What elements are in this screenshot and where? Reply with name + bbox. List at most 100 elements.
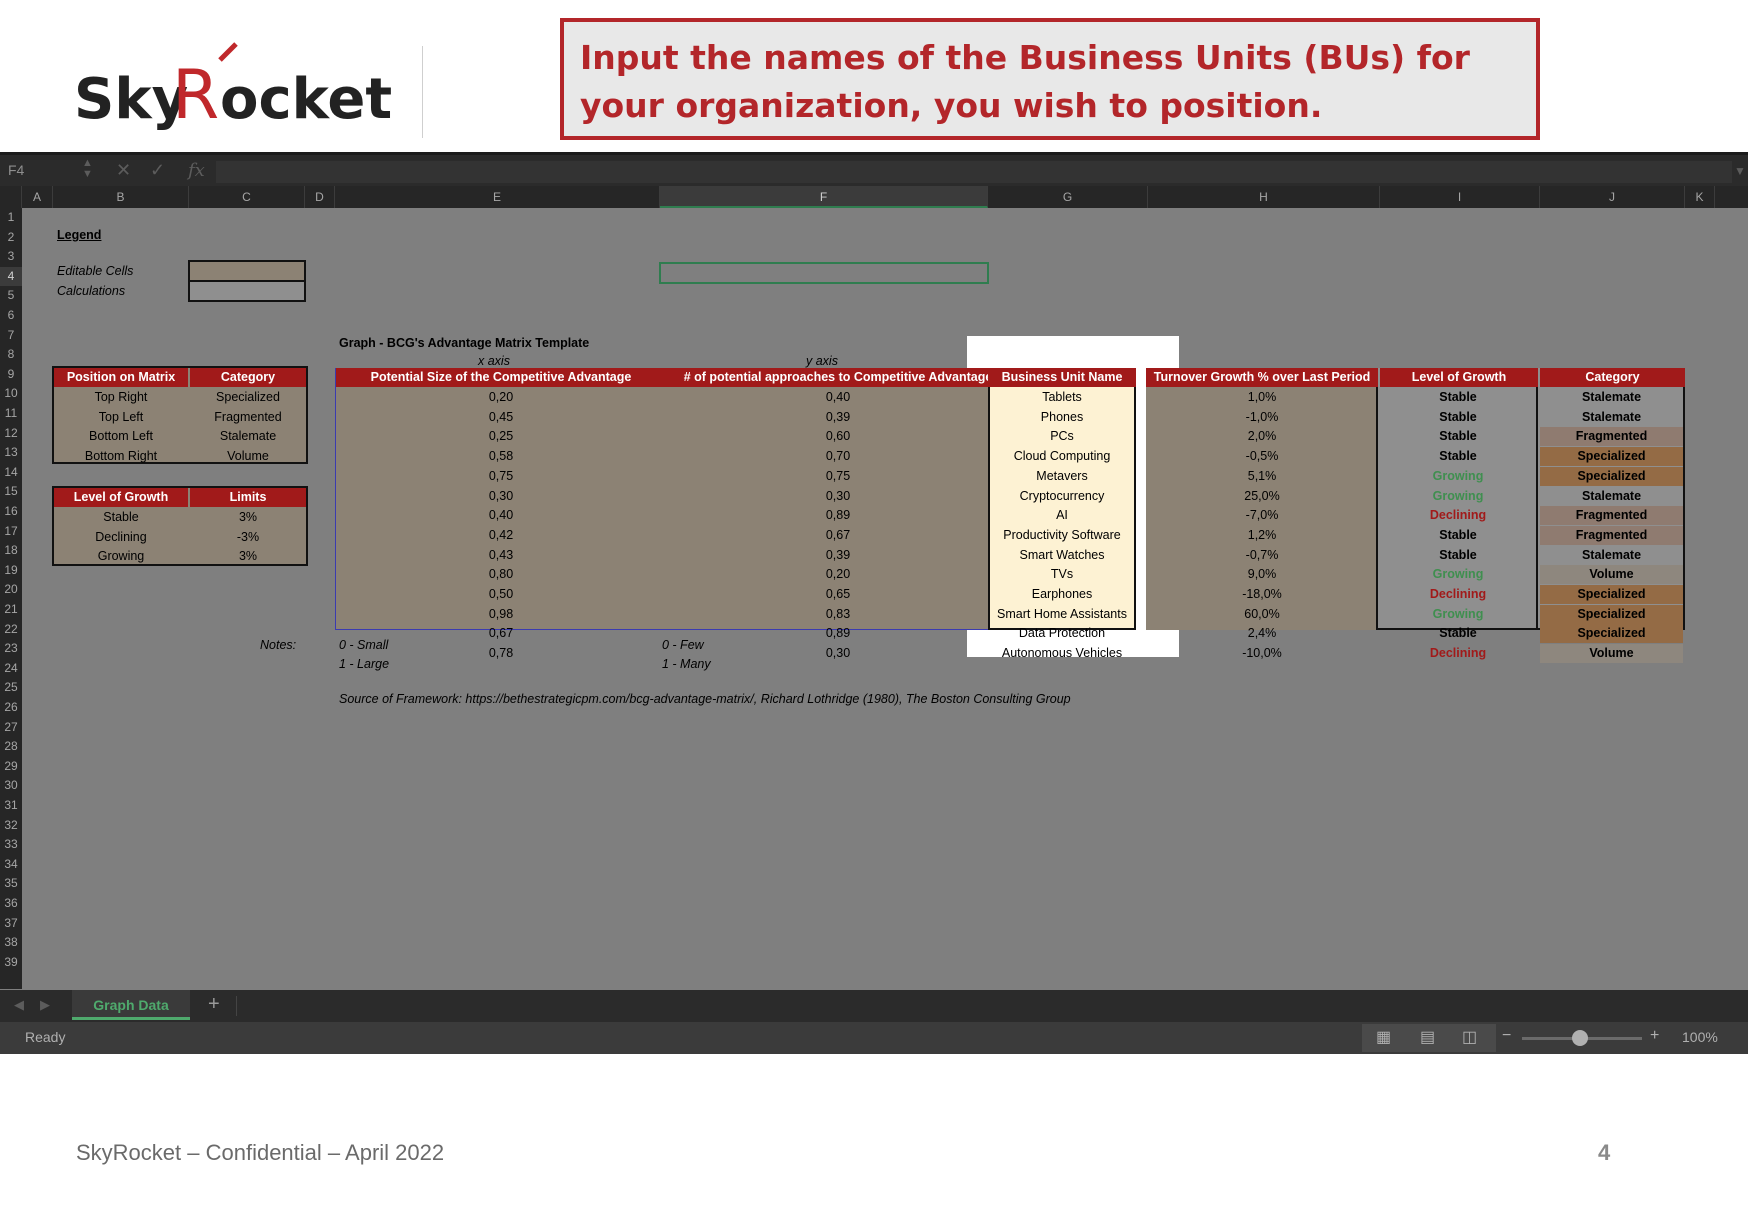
fx-icon[interactable]: fx xyxy=(188,160,205,181)
row-header[interactable]: 5 xyxy=(0,286,22,306)
row-header[interactable]: 28 xyxy=(0,737,22,757)
row-header[interactable]: 36 xyxy=(0,894,22,914)
growth-cell[interactable]: 9,0% xyxy=(1146,565,1378,584)
row-header[interactable]: 1 xyxy=(0,208,22,228)
row-header[interactable]: 31 xyxy=(0,796,22,816)
y-value-cell[interactable]: 0,83 xyxy=(666,605,1010,624)
level-cell[interactable]: Declining xyxy=(54,528,188,547)
row-header[interactable]: 11 xyxy=(0,404,22,424)
business-unit-cell[interactable]: Cloud Computing xyxy=(990,447,1134,466)
row-header[interactable]: 21 xyxy=(0,600,22,620)
worksheet-grid[interactable]: Legend Editable Cells Calculations Posit… xyxy=(22,208,1748,989)
row-header[interactable]: 9 xyxy=(0,365,22,385)
business-unit-cell[interactable]: Earphones xyxy=(990,585,1134,604)
x-value-cell[interactable]: 0,58 xyxy=(336,447,666,466)
row-header[interactable]: 10 xyxy=(0,384,22,404)
y-value-cell[interactable]: 0,39 xyxy=(666,408,1010,427)
growth-cell[interactable]: 25,0% xyxy=(1146,487,1378,506)
column-header[interactable]: H xyxy=(1148,186,1380,208)
normal-view-icon[interactable]: ▦ xyxy=(1376,1027,1391,1047)
x-value-cell[interactable]: 0,42 xyxy=(336,526,666,545)
row-header[interactable]: 34 xyxy=(0,855,22,875)
y-value-cell[interactable]: 0,75 xyxy=(666,467,1010,486)
row-header[interactable]: 37 xyxy=(0,914,22,934)
business-unit-cell[interactable]: Cryptocurrency xyxy=(990,487,1134,506)
row-header[interactable]: 12 xyxy=(0,424,22,444)
category-cell[interactable]: Volume xyxy=(190,447,306,466)
business-unit-cell[interactable]: AI xyxy=(990,506,1134,525)
growth-cell[interactable]: 2,4% xyxy=(1146,624,1378,643)
row-header[interactable]: 23 xyxy=(0,639,22,659)
close-icon[interactable]: ✕ xyxy=(116,160,131,181)
growth-cell[interactable]: 2,0% xyxy=(1146,427,1378,446)
level-cell[interactable]: Growing xyxy=(54,547,188,566)
business-unit-cell[interactable]: Phones xyxy=(990,408,1134,427)
x-value-cell[interactable]: 0,43 xyxy=(336,546,666,565)
y-value-cell[interactable]: 0,40 xyxy=(666,388,1010,407)
page-layout-icon[interactable]: ▤ xyxy=(1420,1027,1435,1047)
row-header[interactable]: 25 xyxy=(0,678,22,698)
business-unit-cell[interactable]: Productivity Software xyxy=(990,526,1134,545)
x-value-cell[interactable]: 0,20 xyxy=(336,388,666,407)
row-header[interactable]: 38 xyxy=(0,933,22,953)
zoom-level[interactable]: 100% xyxy=(1682,1029,1718,1045)
row-header[interactable]: 39 xyxy=(0,953,22,973)
y-value-cell[interactable]: 0,30 xyxy=(666,487,1010,506)
x-value-cell[interactable]: 0,40 xyxy=(336,506,666,525)
y-value-cell[interactable]: 0,60 xyxy=(666,427,1010,446)
position-cell[interactable]: Top Left xyxy=(54,408,188,427)
limit-cell[interactable]: 3% xyxy=(190,547,306,566)
column-header[interactable]: D xyxy=(305,186,335,208)
level-cell[interactable]: Stable xyxy=(54,508,188,527)
growth-cell[interactable]: -10,0% xyxy=(1146,644,1378,663)
row-header[interactable]: 4 xyxy=(0,266,22,287)
row-header[interactable]: 19 xyxy=(0,561,22,581)
column-header[interactable]: I xyxy=(1380,186,1540,208)
stepper-icon[interactable]: ▲ ▼ xyxy=(82,158,93,180)
y-value-cell[interactable]: 0,39 xyxy=(666,546,1010,565)
row-header[interactable]: 26 xyxy=(0,698,22,718)
row-header[interactable]: 8 xyxy=(0,345,22,365)
zoom-slider-thumb[interactable] xyxy=(1572,1030,1588,1046)
x-value-cell[interactable]: 0,98 xyxy=(336,605,666,624)
page-break-icon[interactable]: ◫ xyxy=(1462,1027,1477,1047)
y-value-cell[interactable]: 0,70 xyxy=(666,447,1010,466)
scroll-right-icon[interactable]: ▶ xyxy=(40,997,50,1013)
business-unit-cell[interactable]: Metavers xyxy=(990,467,1134,486)
column-header[interactable]: K xyxy=(1685,186,1715,208)
x-value-cell[interactable]: 0,75 xyxy=(336,467,666,486)
growth-cell[interactable]: 1,0% xyxy=(1146,388,1378,407)
row-header[interactable]: 30 xyxy=(0,776,22,796)
row-header[interactable]: 32 xyxy=(0,816,22,836)
column-header[interactable]: C xyxy=(189,186,305,208)
column-header[interactable]: A xyxy=(22,186,53,208)
business-unit-cell[interactable]: Data Protection xyxy=(990,624,1134,643)
scroll-left-icon[interactable]: ◀ xyxy=(14,997,24,1013)
growth-cell[interactable]: -0,7% xyxy=(1146,546,1378,565)
business-unit-cell[interactable]: Smart Watches xyxy=(990,546,1134,565)
column-header[interactable]: G xyxy=(988,186,1148,208)
selected-cell[interactable] xyxy=(659,262,989,284)
select-all-corner[interactable] xyxy=(0,186,22,208)
row-header[interactable]: 2 xyxy=(0,228,22,248)
x-value-cell[interactable]: 0,30 xyxy=(336,487,666,506)
row-header[interactable]: 13 xyxy=(0,443,22,463)
sheet-tab-graph-data[interactable]: Graph Data xyxy=(72,990,190,1020)
limit-cell[interactable]: -3% xyxy=(190,528,306,547)
row-header[interactable]: 35 xyxy=(0,874,22,894)
growth-cell[interactable]: 1,2% xyxy=(1146,526,1378,545)
x-value-cell[interactable]: 0,67 xyxy=(336,624,666,643)
column-header[interactable]: E xyxy=(335,186,660,208)
row-header[interactable]: 6 xyxy=(0,306,22,326)
business-unit-cell[interactable]: TVs xyxy=(990,565,1134,584)
limit-cell[interactable]: 3% xyxy=(190,508,306,527)
x-value-cell[interactable]: 0,50 xyxy=(336,585,666,604)
row-header[interactable]: 33 xyxy=(0,835,22,855)
category-cell[interactable]: Stalemate xyxy=(190,427,306,446)
y-value-cell[interactable]: 0,89 xyxy=(666,506,1010,525)
y-value-cell[interactable]: 0,20 xyxy=(666,565,1010,584)
y-value-cell[interactable]: 0,67 xyxy=(666,526,1010,545)
y-value-cell[interactable]: 0,89 xyxy=(666,624,1010,643)
position-cell[interactable]: Bottom Right xyxy=(54,447,188,466)
x-value-cell[interactable]: 0,78 xyxy=(336,644,666,663)
